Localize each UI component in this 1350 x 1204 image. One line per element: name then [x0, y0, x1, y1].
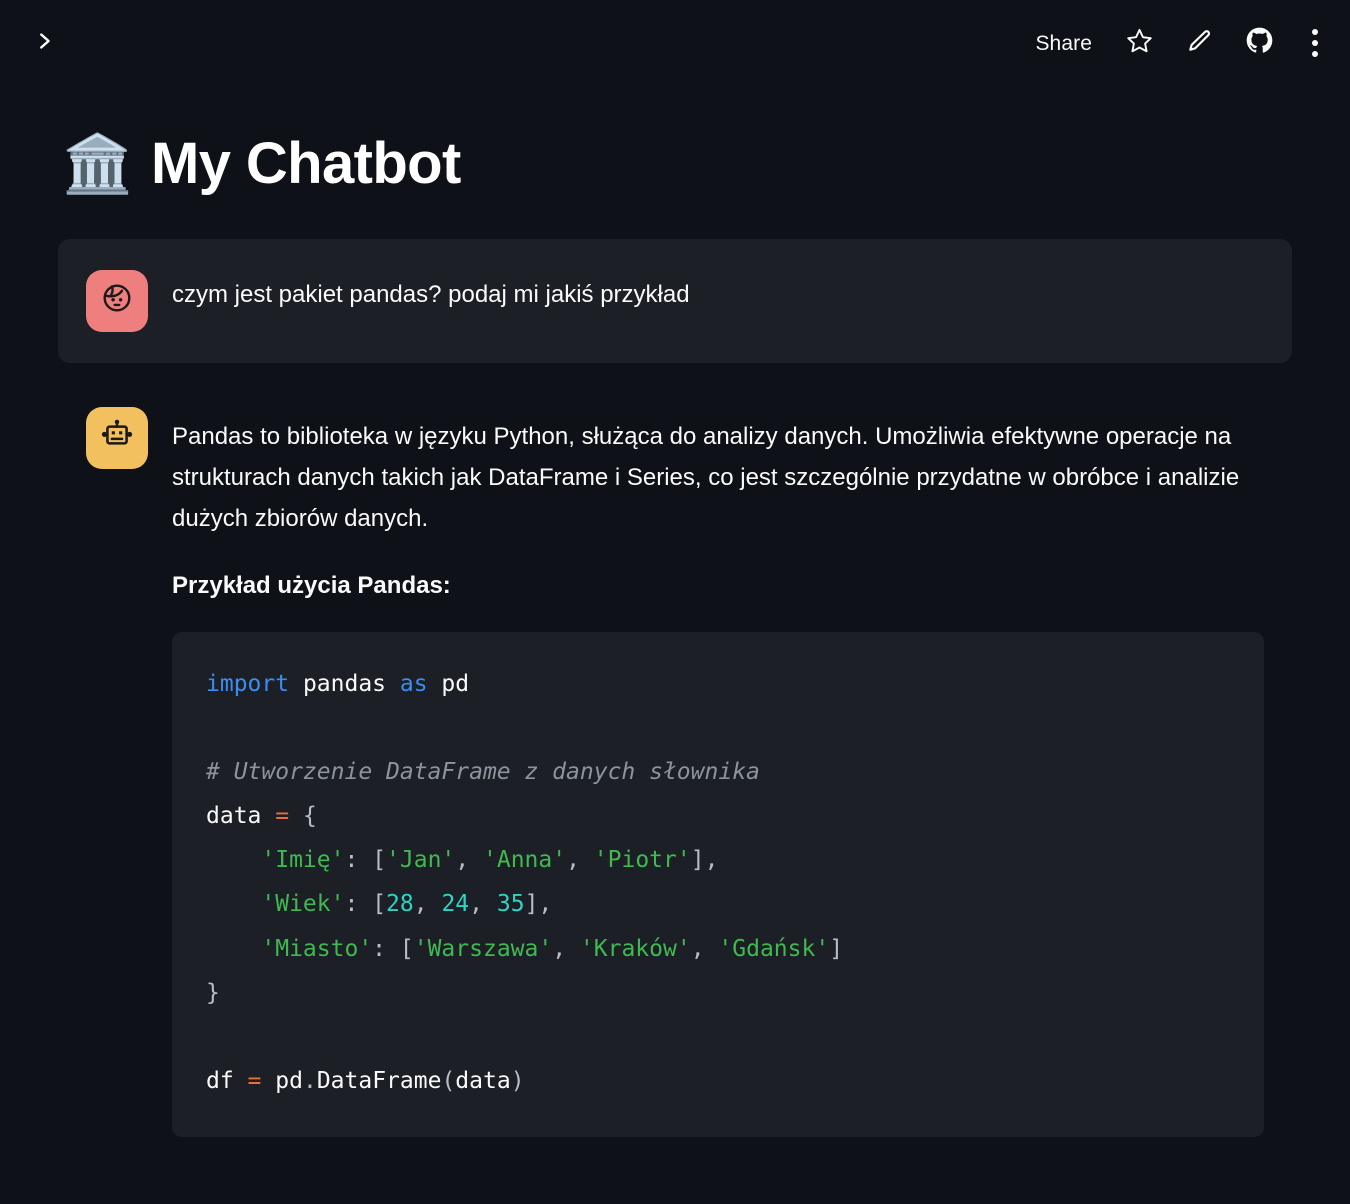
- more-options-button[interactable]: [1302, 26, 1328, 60]
- favorite-button[interactable]: [1122, 26, 1156, 60]
- code-token-str: 'Miasto': [261, 935, 373, 962]
- chevron-right-icon: [33, 30, 55, 57]
- code-token-punct: }: [206, 979, 220, 1006]
- person-face-icon: [99, 280, 135, 321]
- kebab-dot-1: [1312, 29, 1318, 35]
- assistant-subheading: Przykład użycia Pandas:: [172, 571, 451, 599]
- code-token-punct: ): [510, 1068, 525, 1095]
- code-token-op: =: [275, 803, 290, 830]
- code-token-punct: [: [372, 847, 387, 874]
- chat-message-user: czym jest pakiet pandas? podaj mi jakiś …: [58, 238, 1292, 363]
- code-token-str: 'Jan': [386, 847, 456, 874]
- code-token-str: 'Gdańsk': [718, 935, 830, 962]
- code-token-punct: ],: [690, 847, 719, 874]
- robot-face-icon: [99, 417, 135, 458]
- code-token-plain: data: [455, 1068, 511, 1095]
- code-token-num: 24: [441, 891, 470, 918]
- code-token-comment: # Utworzenie DataFrame z danych słownika: [206, 759, 760, 785]
- page-title: 🏛️ My Chatbot: [58, 131, 1292, 196]
- code-token-punct: ,: [552, 935, 580, 962]
- github-icon: [1245, 26, 1274, 60]
- code-token-str: 'Anna': [483, 847, 567, 874]
- user-message-body: czym jest pakiet pandas? podaj mi jakiś …: [172, 270, 1264, 311]
- classical-building-emoji: 🏛️: [62, 131, 133, 196]
- code-token-op: =: [247, 1068, 262, 1095]
- avatar-assistant: [86, 406, 148, 469]
- assistant-paragraph: Pandas to biblioteka w języku Python, sł…: [172, 422, 1240, 533]
- sidebar-expand-button[interactable]: [27, 26, 61, 60]
- code-token-punct: ],: [524, 891, 553, 918]
- edit-button[interactable]: [1182, 26, 1216, 60]
- page-title-text: My Chatbot: [150, 131, 461, 196]
- toolbar: Share: [1031, 22, 1328, 64]
- code-token-plain: df: [206, 1068, 248, 1095]
- code-token-plain: pd: [427, 670, 470, 697]
- assistant-message-body: Pandas to biblioteka w języku Python, sł…: [172, 407, 1264, 1138]
- code-token-punct: ,: [566, 847, 594, 874]
- code-token-punct: :: [344, 847, 373, 874]
- code-token-plain: DataFrame: [316, 1068, 442, 1095]
- code-token-punct: ,: [469, 891, 497, 918]
- code-token-num: 28: [386, 891, 414, 918]
- star-icon: [1126, 27, 1153, 59]
- user-message-text: czym jest pakiet pandas? podaj mi jakiś …: [172, 280, 690, 308]
- code-token-str: 'Imię': [261, 847, 345, 874]
- kebab-dot-3: [1312, 51, 1318, 57]
- code-token-kw: as: [399, 670, 428, 697]
- code-token-punct: :: [372, 935, 400, 962]
- pencil-icon: [1186, 28, 1212, 59]
- code-token-str: 'Wiek': [261, 891, 345, 918]
- share-button[interactable]: Share: [1031, 31, 1096, 56]
- code-token-punct: ,: [690, 935, 719, 962]
- code-content: import pandas as pd # Utworzenie DataFra…: [206, 662, 1230, 1104]
- code-token-punct: ,: [455, 847, 483, 874]
- code-token-punct: .: [302, 1068, 317, 1095]
- code-token-str: 'Piotr': [593, 847, 691, 874]
- code-token-punct: :: [344, 891, 373, 918]
- code-block[interactable]: import pandas as pd # Utworzenie DataFra…: [172, 631, 1264, 1138]
- code-token-punct: [: [399, 935, 414, 962]
- code-token-plain: data: [206, 803, 276, 830]
- code-token-punct: [: [372, 891, 387, 918]
- code-token-plain: pd: [261, 1068, 303, 1095]
- code-token-str: 'Kraków': [579, 935, 691, 962]
- chat-message-assistant: Pandas to biblioteka w języku Python, sł…: [58, 406, 1292, 1138]
- code-token-num: 35: [496, 891, 525, 918]
- code-token-str: 'Warszawa': [413, 935, 553, 962]
- code-token-punct: (: [441, 1068, 456, 1095]
- code-token-punct: ,: [413, 891, 442, 918]
- code-token-kw: import: [206, 670, 290, 697]
- kebab-dot-2: [1312, 40, 1318, 46]
- top-bar: Share: [0, 0, 1350, 82]
- code-token-punct: ]: [829, 935, 844, 962]
- avatar-user: [86, 269, 148, 332]
- github-link[interactable]: [1242, 26, 1276, 60]
- code-token-plain: pandas: [289, 670, 400, 697]
- code-token-punct: {: [302, 803, 317, 830]
- main-content: 🏛️ My Chatbot czym jest pakiet pandas? p…: [0, 131, 1350, 1138]
